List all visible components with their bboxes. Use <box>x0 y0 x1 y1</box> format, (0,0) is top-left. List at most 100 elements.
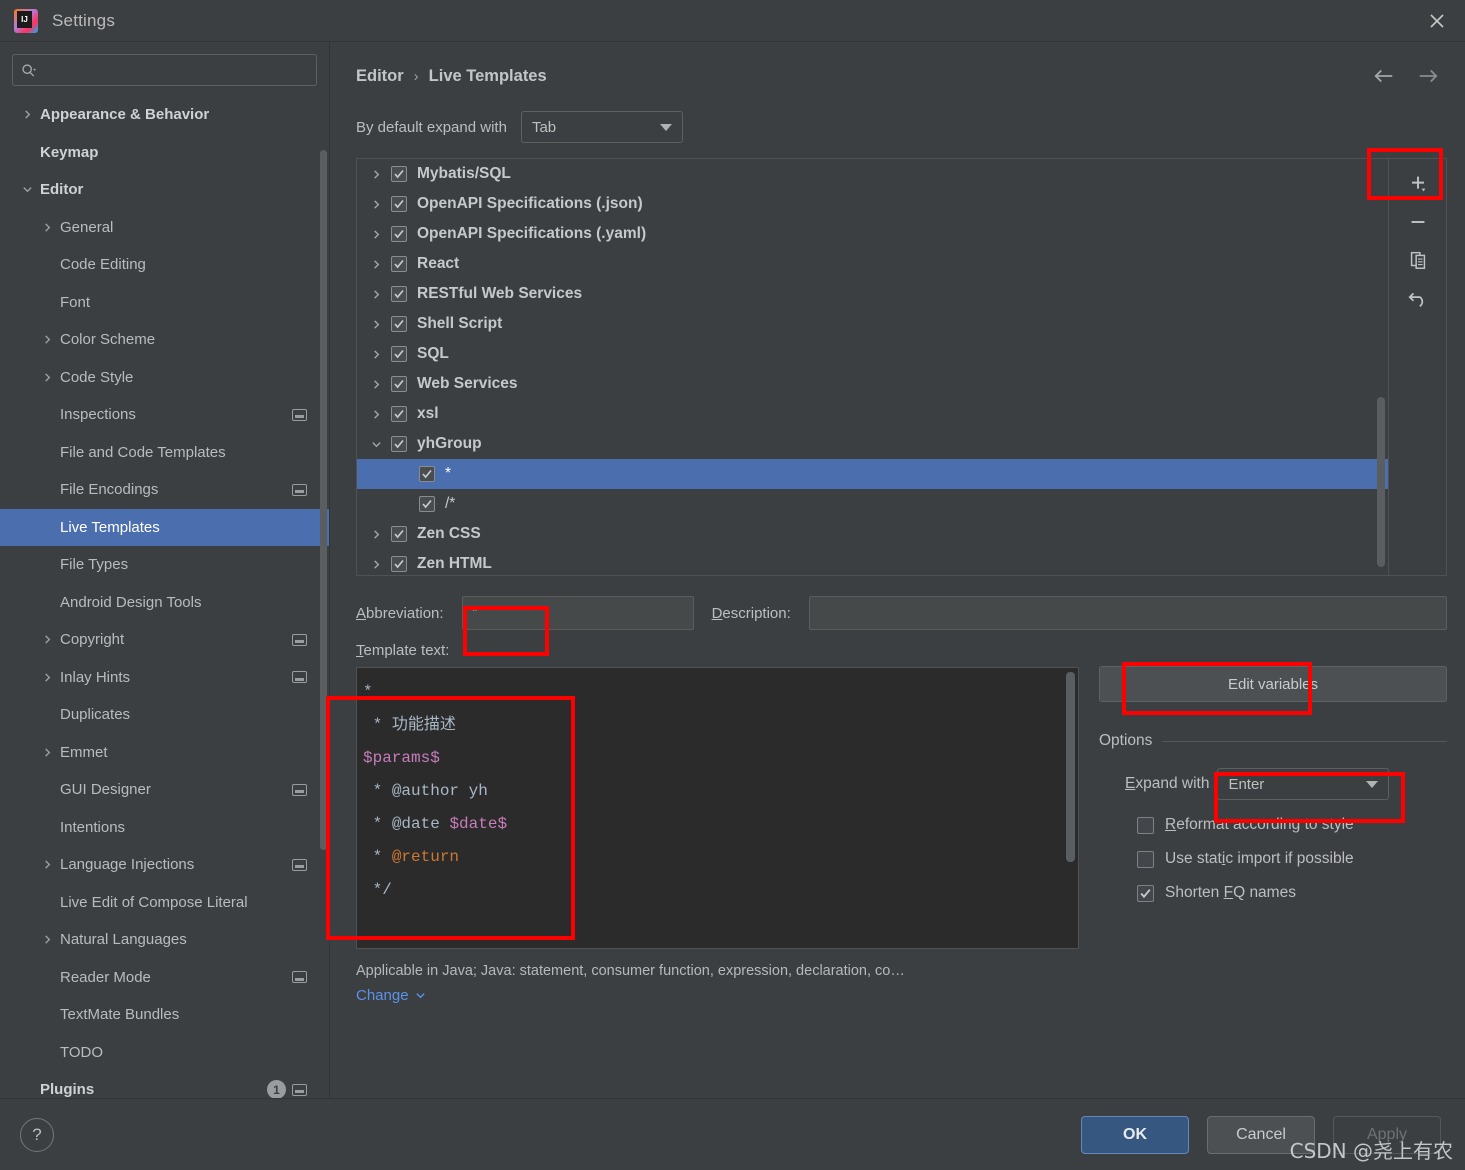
sidebar-scrollbar-thumb[interactable] <box>320 150 327 850</box>
chevron-right-icon[interactable] <box>42 634 60 645</box>
help-button[interactable]: ? <box>20 1117 54 1152</box>
sidebar-item-intentions[interactable]: Intentions <box>0 809 329 847</box>
checkbox-icon[interactable] <box>391 346 407 362</box>
editor-scrollbar-thumb[interactable] <box>1066 672 1075 862</box>
sidebar-item-copyright[interactable]: Copyright <box>0 621 329 659</box>
sidebar-item-natural-languages[interactable]: Natural Languages <box>0 921 329 959</box>
sidebar-item-language-injections[interactable]: Language Injections <box>0 846 329 884</box>
sidebar-item-todo[interactable]: TODO <box>0 1034 329 1072</box>
template-group-row[interactable]: Zen HTML <box>357 549 1388 575</box>
template-group-row[interactable]: * <box>357 459 1388 489</box>
chevron-right-icon[interactable] <box>371 229 391 240</box>
sidebar-item-general[interactable]: General <box>0 209 329 247</box>
sidebar-item-inspections[interactable]: Inspections <box>0 396 329 434</box>
chevron-down-icon[interactable] <box>22 184 40 195</box>
checkbox-icon[interactable] <box>419 466 435 482</box>
sidebar-item-editor[interactable]: Editor <box>0 171 329 209</box>
arrow-left-icon[interactable] <box>1373 67 1395 85</box>
option-checkbox-use-static-import-if-possible[interactable]: Use static import if possible <box>1099 850 1447 868</box>
sidebar-item-android-design-tools[interactable]: Android Design Tools <box>0 584 329 622</box>
chevron-right-icon[interactable] <box>371 409 391 420</box>
template-group-row[interactable]: Web Services <box>357 369 1388 399</box>
chevron-right-icon[interactable] <box>42 859 60 870</box>
template-group-row[interactable]: RESTful Web Services <box>357 279 1388 309</box>
edit-variables-button[interactable]: Edit variables <box>1099 666 1447 702</box>
checkbox-icon[interactable] <box>391 256 407 272</box>
arrow-right-icon[interactable] <box>1417 67 1439 85</box>
search-box[interactable] <box>12 54 317 86</box>
chevron-right-icon[interactable] <box>371 319 391 330</box>
checkbox-icon[interactable] <box>391 376 407 392</box>
expand-with-combo[interactable]: Enter <box>1217 768 1390 800</box>
chevron-right-icon[interactable] <box>371 559 391 570</box>
chevron-right-icon[interactable] <box>42 672 60 683</box>
chevron-right-icon[interactable] <box>22 109 40 120</box>
breadcrumb-parent[interactable]: Editor <box>356 67 404 86</box>
sidebar-item-appearance-behavior[interactable]: Appearance & Behavior <box>0 96 329 134</box>
template-tree[interactable]: Mybatis/SQL OpenAPI Specifications (.json… <box>356 158 1389 576</box>
sidebar-item-textmate-bundles[interactable]: TextMate Bundles <box>0 996 329 1034</box>
checkbox-icon[interactable] <box>391 436 407 452</box>
template-tree-scrollbar-thumb[interactable] <box>1377 397 1385 567</box>
search-input[interactable] <box>41 62 308 78</box>
add-template-button[interactable] <box>1398 167 1438 201</box>
sidebar-item-file-and-code-templates[interactable]: File and Code Templates <box>0 434 329 472</box>
option-checkbox-shorten-fq-names[interactable]: Shorten FQ names <box>1099 884 1447 902</box>
checkbox-icon[interactable] <box>391 166 407 182</box>
sidebar-item-reader-mode[interactable]: Reader Mode <box>0 959 329 997</box>
checkbox-icon[interactable] <box>1137 816 1154 834</box>
default-expand-combo[interactable]: Tab <box>520 111 683 143</box>
sidebar-item-gui-designer[interactable]: GUI Designer <box>0 771 329 809</box>
template-group-row[interactable]: OpenAPI Specifications (.yaml) <box>357 219 1388 249</box>
chevron-right-icon[interactable] <box>42 934 60 945</box>
change-context-link[interactable]: Change <box>356 987 1079 1004</box>
chevron-right-icon[interactable] <box>42 222 60 233</box>
template-group-row[interactable]: xsl <box>357 399 1388 429</box>
sidebar-item-live-edit-of-compose-literal[interactable]: Live Edit of Compose Literal <box>0 884 329 922</box>
chevron-right-icon[interactable] <box>371 169 391 180</box>
abbreviation-input[interactable]: * <box>461 596 694 630</box>
remove-template-button[interactable] <box>1398 205 1438 239</box>
template-group-row[interactable]: yhGroup <box>357 429 1388 459</box>
template-group-row[interactable]: Mybatis/SQL <box>357 159 1388 189</box>
template-group-row[interactable]: OpenAPI Specifications (.json) <box>357 189 1388 219</box>
checkbox-icon[interactable] <box>391 406 407 422</box>
checkbox-icon[interactable] <box>419 496 435 512</box>
sidebar-item-font[interactable]: Font <box>0 284 329 322</box>
template-group-row[interactable]: SQL <box>357 339 1388 369</box>
checkbox-icon[interactable] <box>391 316 407 332</box>
description-input[interactable] <box>808 596 1447 630</box>
sidebar-item-live-templates[interactable]: Live Templates <box>0 508 329 546</box>
option-checkbox-reformat-according-to-style[interactable]: Reformat according to style <box>1099 816 1447 834</box>
sidebar-item-plugins[interactable]: Plugins 1 <box>0 1071 329 1098</box>
ok-button[interactable]: OK <box>1081 1115 1189 1154</box>
checkbox-icon[interactable] <box>391 196 407 212</box>
cancel-button[interactable]: Cancel <box>1207 1115 1315 1154</box>
chevron-right-icon[interactable] <box>371 379 391 390</box>
template-group-row[interactable]: Zen CSS <box>357 519 1388 549</box>
close-button[interactable] <box>1409 0 1465 42</box>
chevron-right-icon[interactable] <box>371 259 391 270</box>
template-group-row[interactable]: Shell Script <box>357 309 1388 339</box>
duplicate-template-button[interactable] <box>1398 243 1438 277</box>
chevron-right-icon[interactable] <box>371 289 391 300</box>
sidebar-item-duplicates[interactable]: Duplicates <box>0 696 329 734</box>
checkbox-icon[interactable] <box>391 226 407 242</box>
checkbox-icon[interactable] <box>391 526 407 542</box>
sidebar-item-color-scheme[interactable]: Color Scheme <box>0 321 329 359</box>
chevron-right-icon[interactable] <box>371 199 391 210</box>
sidebar-item-inlay-hints[interactable]: Inlay Hints <box>0 659 329 697</box>
checkbox-icon[interactable] <box>391 556 407 572</box>
checkbox-icon[interactable] <box>391 286 407 302</box>
sidebar-item-code-style[interactable]: Code Style <box>0 359 329 397</box>
chevron-right-icon[interactable] <box>371 529 391 540</box>
sidebar-item-file-types[interactable]: File Types <box>0 546 329 584</box>
sidebar-item-file-encodings[interactable]: File Encodings <box>0 471 329 509</box>
sidebar-item-emmet[interactable]: Emmet <box>0 734 329 772</box>
revert-template-button[interactable] <box>1398 281 1438 315</box>
template-group-row[interactable]: /* <box>357 489 1388 519</box>
template-text-editor[interactable]: * * 功能描述 $params$ * @author yh * @date $d… <box>356 667 1079 949</box>
sidebar-item-code-editing[interactable]: Code Editing <box>0 246 329 284</box>
sidebar-item-keymap[interactable]: Keymap <box>0 134 329 172</box>
checkbox-icon[interactable] <box>1137 850 1154 868</box>
